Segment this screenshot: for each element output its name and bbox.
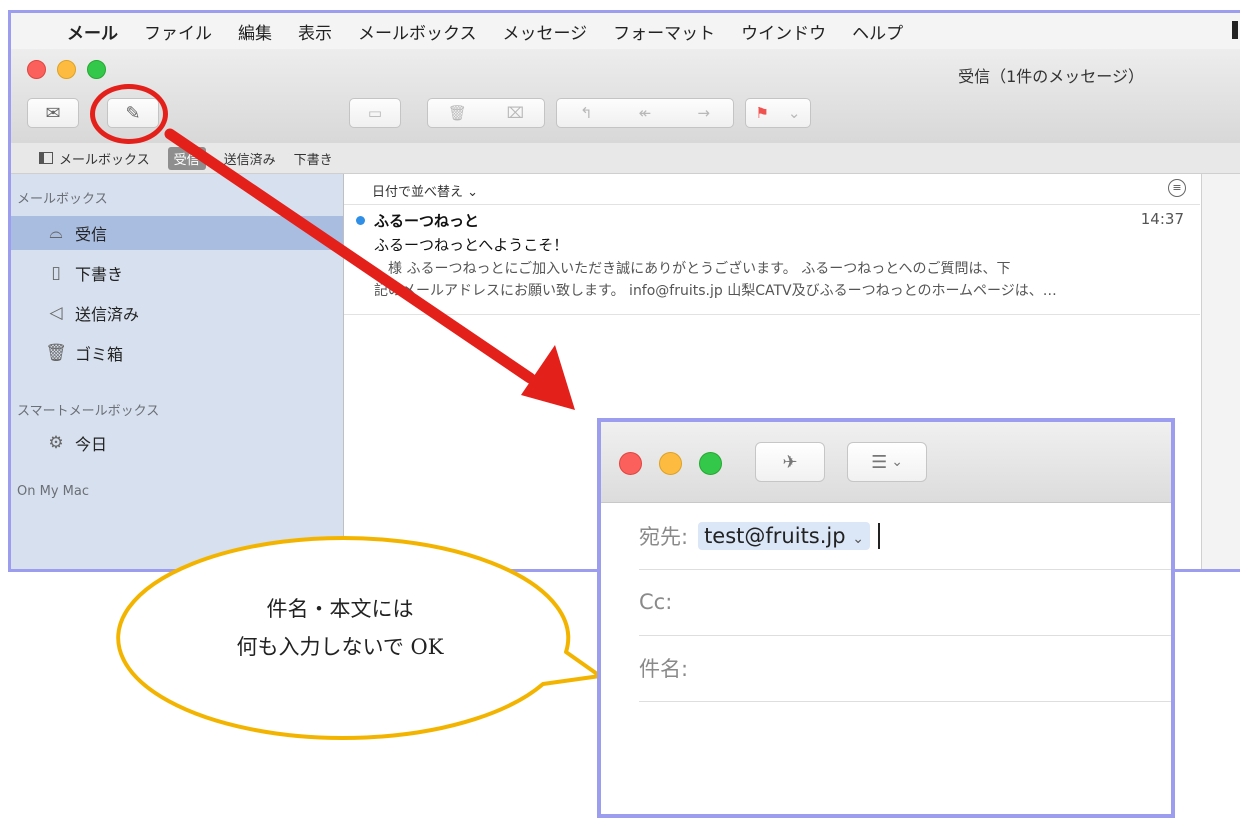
list-icon: ☰ [871, 451, 888, 473]
recipient-token[interactable]: test@fruits.jp ⌄ [698, 522, 871, 550]
to-field-row: 宛先: test@fruits.jp ⌄ [639, 503, 1171, 570]
cc-label: Cc: [639, 590, 673, 614]
callout-line-1: 件名・本文には [266, 597, 414, 621]
close-window-button[interactable] [619, 452, 642, 475]
callout-line-2: 何も入力しないで OK [236, 635, 444, 659]
chevron-down-icon: ⌄ [891, 454, 903, 470]
recipient-address: test@fruits.jp [704, 524, 846, 548]
subject-field-row[interactable]: 件名: [639, 635, 1171, 702]
cc-field-row[interactable]: Cc: [639, 569, 1171, 636]
to-label: 宛先: [639, 525, 689, 549]
minimize-window-button[interactable] [659, 452, 682, 475]
header-fields-button[interactable]: ☰ ⌄ [847, 442, 927, 482]
compose-window: ✈ ☰ ⌄ 宛先: test@fruits.jp ⌄ Cc: 件名: [597, 418, 1175, 818]
zoom-window-button[interactable] [699, 452, 722, 475]
chevron-down-icon: ⌄ [852, 531, 865, 547]
arrow-shaft [164, 128, 536, 384]
text-cursor [878, 523, 881, 549]
subject-label: 件名: [639, 657, 689, 681]
message-body[interactable] [639, 704, 1171, 814]
send-button[interactable]: ✈ [755, 442, 825, 482]
send-icon: ✈ [782, 451, 798, 473]
callout-text: 件名・本文には 何も入力しないで OK [140, 590, 540, 666]
compose-toolbar: ✈ ☰ ⌄ [601, 422, 1171, 503]
